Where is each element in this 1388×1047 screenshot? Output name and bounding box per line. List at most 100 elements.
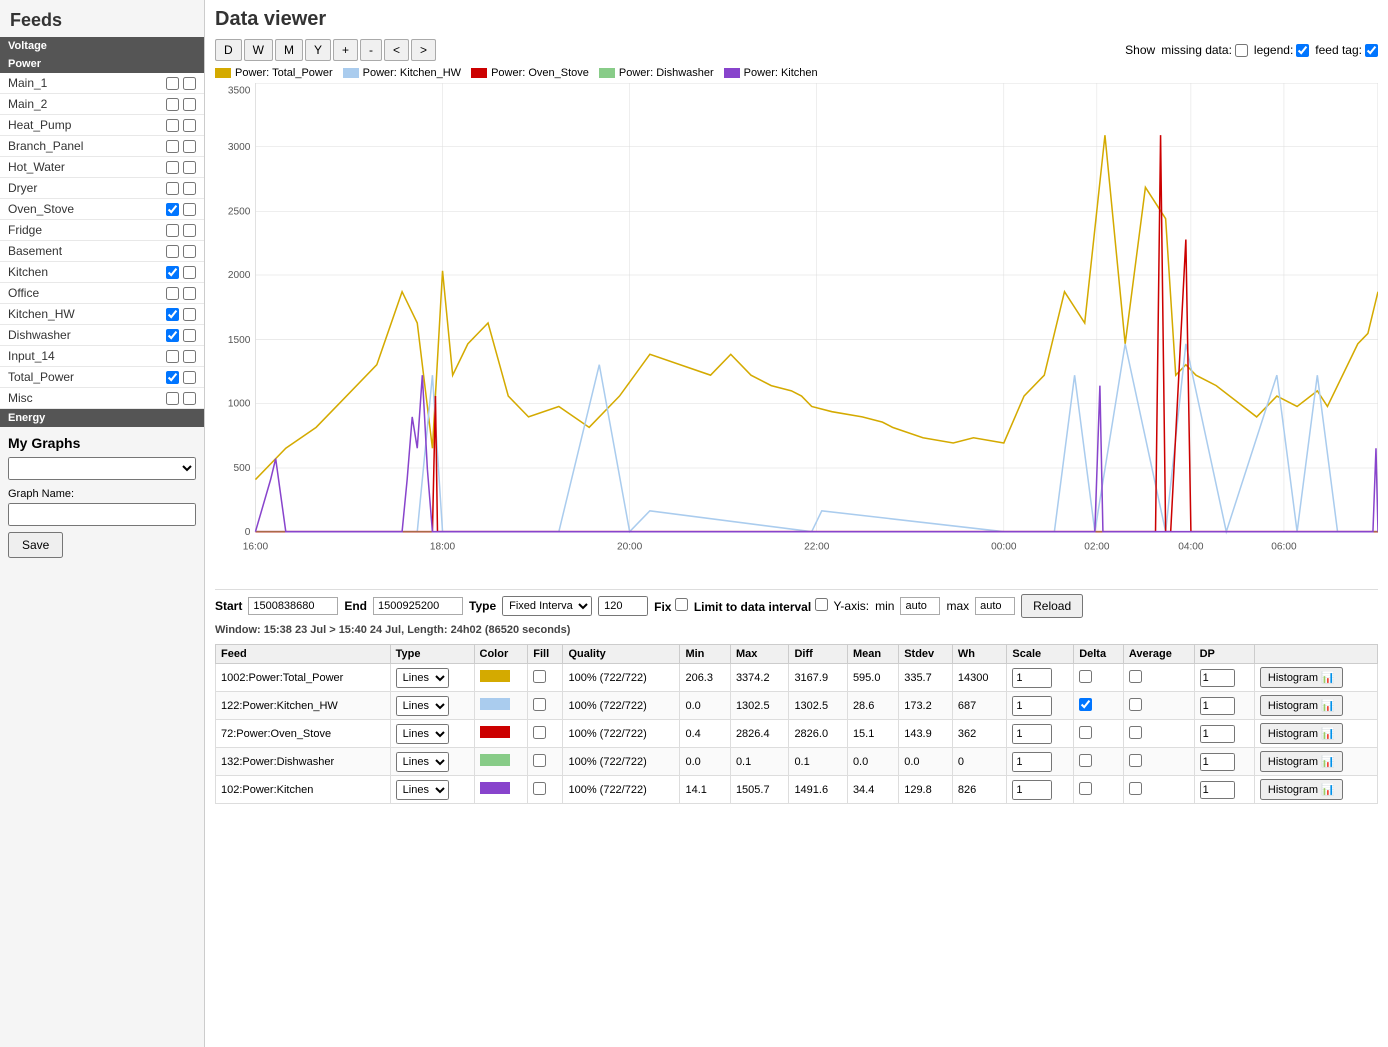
type-select[interactable]: Lines [396, 696, 449, 716]
dp-cell[interactable] [1194, 692, 1254, 720]
sidebar-cb2-Dryer[interactable] [183, 182, 196, 195]
type-cell[interactable]: Lines [390, 664, 474, 692]
type-select[interactable]: Lines [396, 724, 449, 744]
histogram-cell[interactable]: Histogram 📊 [1254, 692, 1377, 720]
my-graphs-select[interactable] [8, 457, 196, 480]
delta-cell[interactable] [1074, 776, 1124, 804]
sidebar-cb2-Kitchen[interactable] [183, 266, 196, 279]
delta-cell[interactable] [1074, 720, 1124, 748]
sidebar-cb2-Office[interactable] [183, 287, 196, 300]
fix-checkbox[interactable] [675, 598, 688, 611]
fill-cell[interactable] [528, 748, 563, 776]
delta-cell[interactable] [1074, 748, 1124, 776]
sidebar-cb2-Input_14[interactable] [183, 350, 196, 363]
sidebar-cb1-Main_2[interactable] [166, 98, 179, 111]
dp-cell[interactable] [1194, 748, 1254, 776]
sidebar-cb2-Fridge[interactable] [183, 224, 196, 237]
limit-label[interactable]: Limit to data interval [694, 598, 828, 614]
legend-label[interactable]: legend: [1254, 43, 1309, 57]
toolbar-btn-+[interactable]: + [333, 39, 358, 61]
scale-cell[interactable] [1007, 664, 1074, 692]
sidebar-cb1-Basement[interactable] [166, 245, 179, 258]
histogram-button[interactable]: Histogram 📊 [1260, 779, 1343, 800]
sidebar-cb2-Branch_Panel[interactable] [183, 140, 196, 153]
delta-cell[interactable] [1074, 692, 1124, 720]
toolbar-btn-<[interactable]: < [384, 39, 409, 61]
delta-cell[interactable] [1074, 664, 1124, 692]
sidebar-cb2-Main_2[interactable] [183, 98, 196, 111]
fill-cell[interactable] [528, 692, 563, 720]
type-select[interactable]: Fixed Interva [502, 596, 592, 616]
toolbar-btn-d[interactable]: D [215, 39, 242, 61]
sidebar-cb1-Kitchen_HW[interactable] [166, 308, 179, 321]
average-cell[interactable] [1123, 664, 1194, 692]
type-cell[interactable]: Lines [390, 748, 474, 776]
sidebar-cb2-Main_1[interactable] [183, 77, 196, 90]
fill-cell[interactable] [528, 664, 563, 692]
sidebar-cb1-Total_Power[interactable] [166, 371, 179, 384]
sidebar-cb2-Basement[interactable] [183, 245, 196, 258]
sidebar-cb1-Misc[interactable] [166, 392, 179, 405]
histogram-cell[interactable]: Histogram 📊 [1254, 748, 1377, 776]
feed-tag-label[interactable]: feed tag: [1315, 43, 1378, 57]
sidebar-cb1-Main_1[interactable] [166, 77, 179, 90]
average-cell[interactable] [1123, 720, 1194, 748]
fix-label[interactable]: Fix [654, 598, 688, 614]
type-select[interactable]: Lines [396, 668, 449, 688]
sidebar-cb1-Dishwasher[interactable] [166, 329, 179, 342]
type-select[interactable]: Lines [396, 780, 449, 800]
reload-button[interactable]: Reload [1021, 594, 1083, 618]
toolbar-btn->[interactable]: > [411, 39, 436, 61]
scale-cell[interactable] [1007, 720, 1074, 748]
average-cell[interactable] [1123, 748, 1194, 776]
interval-input[interactable] [598, 596, 648, 616]
sidebar-cb2-Dishwasher[interactable] [183, 329, 196, 342]
feed-tag-checkbox[interactable] [1365, 44, 1378, 57]
min-input[interactable] [900, 597, 940, 615]
toolbar-btn--[interactable]: - [360, 39, 382, 61]
toolbar-btn-m[interactable]: M [275, 39, 303, 61]
average-cell[interactable] [1123, 692, 1194, 720]
sidebar-cb2-Hot_Water[interactable] [183, 161, 196, 174]
histogram-button[interactable]: Histogram 📊 [1260, 723, 1343, 744]
limit-checkbox[interactable] [815, 598, 828, 611]
type-select[interactable]: Lines [396, 752, 449, 772]
graph-name-input[interactable] [8, 503, 196, 526]
start-input[interactable] [248, 597, 338, 615]
sidebar-cb1-Hot_Water[interactable] [166, 161, 179, 174]
sidebar-cb1-Oven_Stove[interactable] [166, 203, 179, 216]
toolbar-btn-y[interactable]: Y [305, 39, 331, 61]
average-cell[interactable] [1123, 776, 1194, 804]
max-input[interactable] [975, 597, 1015, 615]
histogram-button[interactable]: Histogram 📊 [1260, 751, 1343, 772]
histogram-cell[interactable]: Histogram 📊 [1254, 720, 1377, 748]
scale-cell[interactable] [1007, 776, 1074, 804]
sidebar-cb1-Branch_Panel[interactable] [166, 140, 179, 153]
legend-checkbox[interactable] [1296, 44, 1309, 57]
dp-cell[interactable] [1194, 720, 1254, 748]
sidebar-cb1-Dryer[interactable] [166, 182, 179, 195]
type-cell[interactable]: Lines [390, 692, 474, 720]
scale-cell[interactable] [1007, 692, 1074, 720]
sidebar-cb1-Input_14[interactable] [166, 350, 179, 363]
fill-cell[interactable] [528, 776, 563, 804]
sidebar-cb1-Fridge[interactable] [166, 224, 179, 237]
histogram-button[interactable]: Histogram 📊 [1260, 667, 1343, 688]
sidebar-cb1-Heat_Pump[interactable] [166, 119, 179, 132]
sidebar-cb1-Office[interactable] [166, 287, 179, 300]
end-input[interactable] [373, 597, 463, 615]
histogram-button[interactable]: Histogram 📊 [1260, 695, 1343, 716]
sidebar-cb2-Total_Power[interactable] [183, 371, 196, 384]
type-cell[interactable]: Lines [390, 776, 474, 804]
histogram-cell[interactable]: Histogram 📊 [1254, 776, 1377, 804]
fill-cell[interactable] [528, 720, 563, 748]
missing-data-label[interactable]: missing data: [1161, 43, 1248, 57]
missing-data-checkbox[interactable] [1235, 44, 1248, 57]
type-cell[interactable]: Lines [390, 720, 474, 748]
toolbar-btn-w[interactable]: W [244, 39, 273, 61]
scale-cell[interactable] [1007, 748, 1074, 776]
sidebar-cb2-Heat_Pump[interactable] [183, 119, 196, 132]
sidebar-cb2-Misc[interactable] [183, 392, 196, 405]
sidebar-cb2-Kitchen_HW[interactable] [183, 308, 196, 321]
histogram-cell[interactable]: Histogram 📊 [1254, 664, 1377, 692]
